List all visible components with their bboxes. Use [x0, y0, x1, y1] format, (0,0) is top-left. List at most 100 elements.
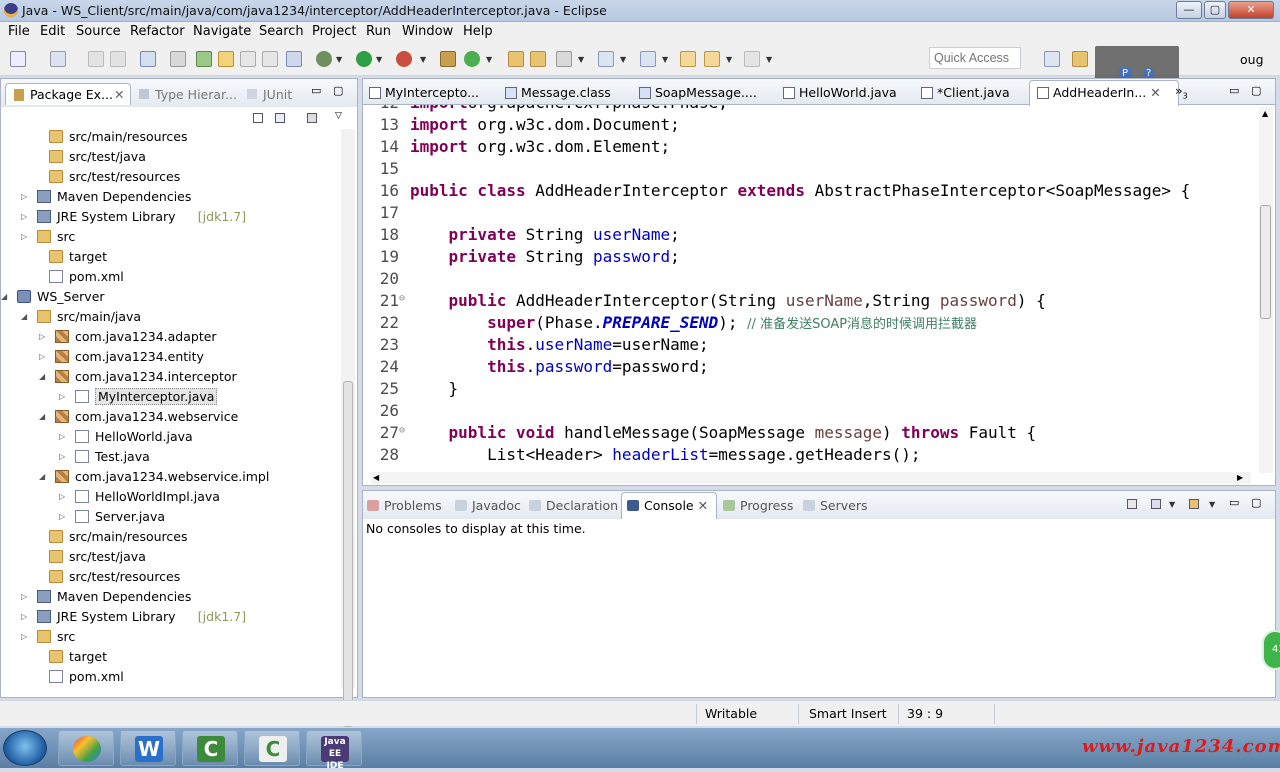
new-console-icon[interactable]	[1189, 499, 1199, 509]
tree-item[interactable]: ◢ WS_Server	[1, 287, 341, 307]
minimize-editor-icon[interactable]: ▭	[1229, 84, 1239, 97]
tree-item[interactable]: ▷ JRE System Library [jdk1.7]	[1, 607, 341, 627]
code-line[interactable]: 17	[363, 203, 1259, 225]
tree-item[interactable]: ▷ MyInterceptor.java	[1, 387, 341, 407]
expand-arrow-icon[interactable]: ▷	[59, 432, 65, 441]
expand-arrow-icon[interactable]: ▷	[59, 452, 65, 461]
tree-item[interactable]: src/test/java	[1, 147, 341, 167]
expand-arrow-icon[interactable]: ▷	[59, 512, 65, 521]
display-console-icon[interactable]	[1151, 499, 1161, 509]
tree-item[interactable]: ▷ Maven Dependencies	[1, 187, 341, 207]
code-line[interactable]: 14 import org.w3c.dom.Element;	[363, 137, 1259, 159]
block-select-icon[interactable]	[262, 51, 278, 67]
tree-item[interactable]: src/test/resources	[1, 567, 341, 587]
view-menu-icon[interactable]: ▽	[335, 111, 342, 121]
code-line[interactable]: 27 ⊖ public void handleMessage(SoapMessag…	[363, 423, 1259, 445]
menu-file[interactable]: File	[8, 24, 30, 39]
tree-item[interactable]: ▷ src	[1, 627, 341, 647]
tree-item[interactable]: target	[1, 247, 341, 267]
expand-arrow-icon[interactable]: ▷	[59, 492, 65, 501]
scrollbar-thumb[interactable]	[343, 381, 353, 727]
code-line[interactable]: 12 importorg.apache.cxf.phase.Phase;	[363, 105, 1259, 115]
code-line[interactable]: 18 private String userName;	[363, 225, 1259, 247]
collapse-arrow-icon[interactable]: ◢	[21, 312, 27, 321]
highlight-icon[interactable]	[218, 51, 234, 67]
expand-arrow-icon[interactable]: ▷	[21, 212, 27, 221]
tree-item[interactable]: ▷ com.java1234.adapter	[1, 327, 341, 347]
minimize-view-icon[interactable]: ▭	[311, 84, 321, 97]
show-whitespace-icon[interactable]	[240, 51, 256, 67]
code-line[interactable]: 28 List<Header> headerList=message.getHe…	[363, 445, 1259, 467]
code-line[interactable]: 23 this.userName=userName;	[363, 335, 1259, 357]
tree-item[interactable]: src/test/resources	[1, 167, 341, 187]
taskbar-camtasia-button[interactable]: C	[182, 730, 238, 766]
save-icon[interactable]	[88, 51, 104, 67]
open-perspective-icon[interactable]	[1044, 51, 1060, 67]
collapse-arrow-icon[interactable]: ◢	[39, 412, 45, 421]
expand-arrow-icon[interactable]: ▷	[21, 612, 27, 621]
code-line[interactable]: 26	[363, 401, 1259, 423]
tab-console[interactable]: Console ✕	[627, 498, 708, 513]
editor-tab-active[interactable]: AddHeaderIn... ✕	[1037, 85, 1161, 100]
tab-declaration[interactable]: Declaration	[529, 498, 618, 513]
tab-type-hierarchy[interactable]: Type Hierar...	[139, 83, 237, 105]
dropdown-arrow-icon[interactable]: ▼	[662, 55, 668, 64]
editor-vertical-scrollbar[interactable]: ▲	[1259, 107, 1273, 473]
menu-navigate[interactable]: Navigate	[193, 24, 251, 39]
menu-project[interactable]: Project	[312, 24, 356, 39]
tab-progress[interactable]: Progress	[723, 498, 793, 513]
scroll-left-icon[interactable]: ◀	[373, 473, 379, 482]
menu-help[interactable]: Help	[463, 24, 493, 39]
save-all-icon[interactable]	[110, 51, 126, 67]
tab-overflow-button[interactable]: »3	[1175, 83, 1188, 101]
menu-edit[interactable]: Edit	[40, 24, 65, 39]
tab-javadoc[interactable]: Javadoc	[455, 498, 521, 513]
debug-icon[interactable]	[316, 51, 332, 67]
tab-problems[interactable]: Problems	[367, 498, 442, 513]
next-edit-icon[interactable]	[598, 51, 614, 67]
code-line[interactable]: 19 private String password;	[363, 247, 1259, 269]
code-line[interactable]: 24 this.password=password;	[363, 357, 1259, 379]
tree-item[interactable]: pom.xml	[1, 267, 341, 287]
expand-arrow-icon[interactable]: ▷	[21, 232, 27, 241]
editor-tab[interactable]: HelloWorld.java	[783, 85, 897, 100]
taskbar-word-button[interactable]: W	[120, 730, 176, 766]
tab-servers[interactable]: Servers	[803, 498, 868, 513]
code-line[interactable]: 16 public class AddHeaderInterceptor exte…	[363, 181, 1259, 203]
scroll-up-icon[interactable]: ▲	[1262, 109, 1268, 118]
tree-item[interactable]: ◢ com.java1234.webservice	[1, 407, 341, 427]
tree-item[interactable]: ▷ com.java1234.entity	[1, 347, 341, 367]
tree-item[interactable]: ◢ com.java1234.interceptor	[1, 367, 341, 387]
menu-run[interactable]: Run	[366, 24, 391, 39]
open-task-icon[interactable]	[508, 51, 524, 67]
pin-editor-icon[interactable]	[286, 51, 302, 67]
dropdown-arrow-icon[interactable]: ▼	[620, 55, 626, 64]
back-icon[interactable]	[704, 51, 720, 67]
menu-source[interactable]: Source	[76, 24, 121, 39]
start-button[interactable]	[3, 730, 47, 766]
collapse-arrow-icon[interactable]: ◢	[1, 292, 7, 301]
tree-item[interactable]: ▷ Test.java	[1, 447, 341, 467]
dropdown-arrow-icon[interactable]: ▼	[336, 55, 342, 64]
maximize-view-icon[interactable]: ▢	[1251, 496, 1261, 509]
tree-item[interactable]: ▷ HelloWorld.java	[1, 427, 341, 447]
notification-badge[interactable]: 43	[1262, 630, 1280, 670]
tab-package-explorer[interactable]: Package Ex... ✕	[5, 83, 131, 105]
code-line[interactable]: 25 }	[363, 379, 1259, 401]
collapse-arrow-icon[interactable]: ◢	[39, 472, 45, 481]
debug-perspective-label[interactable]: oug	[1240, 52, 1264, 67]
tree-item[interactable]: ▷ Server.java	[1, 507, 341, 527]
expand-arrow-icon[interactable]: ▷	[59, 392, 65, 401]
dropdown-arrow-icon[interactable]: ▼	[420, 55, 426, 64]
new-icon[interactable]	[10, 51, 26, 67]
editor-tab[interactable]: MyIntercepto...	[369, 85, 479, 100]
expand-arrow-icon[interactable]: ▷	[21, 192, 27, 201]
menu-refactor[interactable]: Refactor	[130, 24, 185, 39]
scrollbar-thumb[interactable]	[1260, 205, 1271, 319]
editor-tab[interactable]: *Client.java	[921, 85, 1010, 100]
close-icon[interactable]: ✕	[1150, 85, 1160, 100]
search-icon[interactable]	[530, 51, 546, 67]
print-icon[interactable]	[140, 51, 156, 67]
dropdown-arrow-icon[interactable]: ▼	[766, 55, 772, 64]
tree-item[interactable]: ◢ com.java1234.webservice.impl	[1, 467, 341, 487]
